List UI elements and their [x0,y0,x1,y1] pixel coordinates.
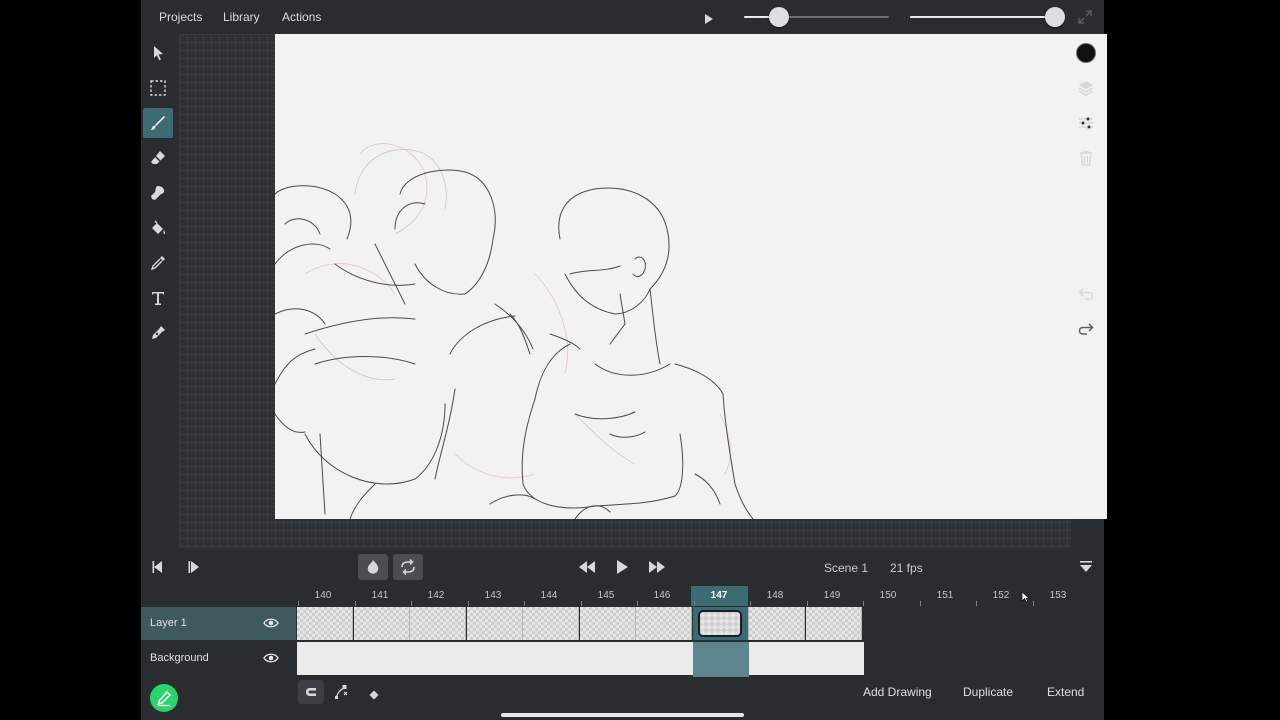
ruler-tick [524,601,525,606]
frame-cell[interactable] [467,607,523,640]
frame-cell[interactable] [297,607,353,640]
selected-frame-thumb[interactable] [698,610,742,637]
frame-number[interactable]: 143 [473,590,513,601]
smudge-tool-icon[interactable] [143,178,173,208]
frame-number[interactable]: 142 [416,590,456,601]
onion-skin-icon[interactable] [358,554,388,580]
frame-number[interactable]: 144 [529,590,569,601]
snap-magnet-icon[interactable] [298,680,324,704]
fps-label[interactable]: 21 fps [890,561,923,575]
ruler-tick [750,601,751,606]
color-swatch[interactable] [1075,42,1097,64]
layer-1-track[interactable] [297,607,864,640]
slider-knob[interactable] [769,7,789,27]
redo-icon[interactable] [1075,318,1097,340]
frame-number[interactable]: 147 [699,590,739,601]
add-drawing-action[interactable]: Add Drawing [863,685,932,699]
frame-cell[interactable] [693,607,749,640]
fill-bucket-icon[interactable] [143,213,173,243]
cursor-pointer-icon [1021,590,1031,603]
keyframe-icon[interactable] [369,687,379,700]
adjustments-icon[interactable] [1075,112,1097,134]
frame-number[interactable]: 152 [981,590,1021,601]
add-drawing-button[interactable] [150,684,178,712]
marquee-tool-icon[interactable] [143,73,173,103]
frame-cell[interactable] [354,607,410,640]
canvas-workspace [179,34,1107,548]
extend-action[interactable]: Extend [1047,685,1084,699]
layer-name: Layer 1 [150,617,187,629]
next-frame-icon[interactable] [179,554,209,580]
home-indicator [501,713,744,717]
duplicate-action[interactable]: Duplicate [963,685,1013,699]
eyedropper-icon[interactable] [143,248,173,278]
layer-row-layer-1[interactable]: Layer 1 [141,607,296,640]
ruler-tick [355,601,356,606]
pen-tool-icon[interactable] [143,318,173,348]
menu-projects[interactable]: Projects [159,10,202,24]
ruler-tick [581,601,582,606]
background-track[interactable] [297,642,864,677]
brush-size-slider[interactable] [910,7,1065,27]
ruler-tick [1033,601,1034,606]
motion-path-icon[interactable] [334,684,350,700]
scene-label[interactable]: Scene 1 [824,561,868,575]
visibility-eye-icon[interactable] [263,616,279,630]
brush-opacity-slider[interactable] [744,7,889,27]
ruler-tick [468,601,469,606]
frame-cell[interactable] [523,607,579,640]
frame-cell[interactable] [580,607,636,640]
frame-number[interactable]: 148 [755,590,795,601]
loop-icon[interactable] [393,554,423,580]
ruler-tick [976,601,977,606]
timeline-collapse-icon[interactable] [1071,554,1101,580]
frame-cell[interactable] [749,607,805,640]
frame-cell[interactable] [410,607,466,640]
drawing-canvas[interactable] [275,34,1107,519]
play-icon[interactable] [607,554,637,580]
previous-frame-icon[interactable] [143,554,173,580]
ruler-tick [694,601,695,606]
text-tool-icon[interactable] [143,283,173,313]
menu-library[interactable]: Library [223,10,260,24]
pencil-icon [157,690,172,707]
frame-cell[interactable] [636,607,692,640]
app-window: Projects Library Actions Scene 1 21 fps … [141,0,1107,720]
layers-icon[interactable] [1075,77,1097,99]
undo-icon[interactable] [1075,283,1097,305]
ruler-tick [807,601,808,606]
ruler-tick [298,601,299,606]
layer-name: Background [150,652,209,664]
frame-ruler[interactable]: 140 141 142 143 144 145 146 147 148 149 150 151 152 1… [295,586,1104,606]
frame-number[interactable]: 149 [812,590,852,601]
frame-number[interactable]: 145 [586,590,626,601]
ruler-tick [411,601,412,606]
frame-number[interactable]: 153 [1038,590,1078,601]
visibility-eye-icon[interactable] [263,651,279,665]
slider-knob[interactable] [1045,7,1065,27]
sketch-drawing [275,143,754,519]
background-current-cell[interactable] [693,642,749,677]
eraser-tool-icon[interactable] [143,143,173,173]
frame-number[interactable]: 141 [360,590,400,601]
frame-cell[interactable] [806,607,862,640]
frame-number[interactable]: 146 [642,590,682,601]
ruler-tick [863,601,864,606]
frame-number[interactable]: 150 [868,590,908,601]
frame-number[interactable]: 151 [925,590,965,601]
ruler-tick [637,601,638,606]
play-preview-icon[interactable] [704,11,714,24]
brush-tool-icon[interactable] [143,108,173,138]
frame-number[interactable]: 140 [303,590,343,601]
fast-forward-icon[interactable] [642,554,672,580]
trash-icon[interactable] [1075,147,1097,169]
rewind-icon[interactable] [572,554,602,580]
ruler-tick [920,601,921,606]
menu-actions[interactable]: Actions [282,10,321,24]
expand-icon[interactable] [1078,10,1092,24]
layer-row-background[interactable]: Background [141,642,296,675]
select-tool-icon[interactable] [143,38,173,68]
